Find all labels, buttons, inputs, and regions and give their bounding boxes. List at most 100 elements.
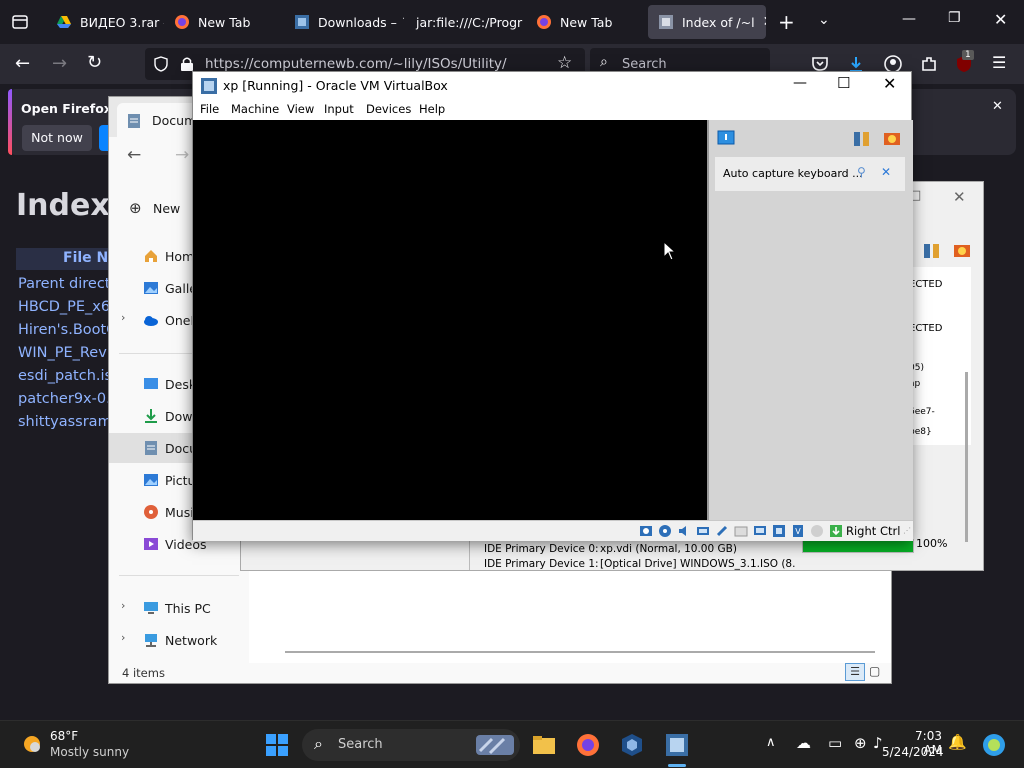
- cloud-offline-icon[interactable]: ☁: [796, 734, 811, 752]
- link-hirens[interactable]: Hiren's.BootC: [18, 322, 116, 338]
- network-globe-icon[interactable]: ⊕: [854, 734, 867, 752]
- shared-folders-icon[interactable]: [734, 524, 748, 538]
- link-esdi-patch[interactable]: esdi_patch.is: [18, 368, 112, 384]
- link-hbcd[interactable]: HBCD_PE_x6: [18, 299, 110, 315]
- details-view-icon[interactable]: ☰: [845, 663, 865, 681]
- tab-label: ВИДЕО 3.rar -: [80, 14, 164, 30]
- extension-badge: 1: [962, 50, 974, 60]
- onedrive-cloud-icon: [144, 316, 158, 326]
- audio-icon[interactable]: [677, 524, 691, 538]
- minimize-icon[interactable]: —: [902, 11, 916, 27]
- reload-icon[interactable]: ↻: [87, 52, 102, 73]
- usb-icon[interactable]: [715, 524, 729, 538]
- details-settings-icon[interactable]: [953, 242, 971, 260]
- tab-new-tab-1[interactable]: New Tab: [164, 5, 284, 39]
- close-tab-icon[interactable]: ✕: [763, 14, 766, 30]
- network-adapter-icon[interactable]: [696, 524, 710, 538]
- vm-display[interactable]: [193, 120, 707, 520]
- tab-video-rar[interactable]: ВИДЕО 3.rar -: [46, 5, 164, 39]
- link-patcher9x[interactable]: patcher9x-0.: [18, 391, 111, 407]
- toggle-panel-icon[interactable]: [853, 130, 871, 148]
- show-hidden-icons-chevron-icon[interactable]: ∧: [766, 735, 776, 750]
- restore-icon[interactable]: ❐: [948, 10, 961, 26]
- host-key-icon[interactable]: [829, 524, 843, 538]
- clock-date[interactable]: 5/24/2024: [882, 745, 944, 759]
- explorer-back-icon[interactable]: ←: [127, 145, 141, 165]
- explorer-tab[interactable]: Docum: [117, 103, 203, 137]
- menu-help[interactable]: Help: [419, 102, 445, 116]
- tiles-view-icon[interactable]: ▢: [869, 664, 880, 678]
- copilot-icon[interactable]: [982, 733, 1006, 757]
- optical-drive-icon[interactable]: [658, 524, 672, 538]
- hard-disk-icon[interactable]: [639, 524, 653, 538]
- weather-desc[interactable]: Mostly sunny: [50, 745, 129, 759]
- vbox-maximize-icon[interactable]: ☐: [837, 74, 850, 92]
- menu-view[interactable]: View: [287, 102, 314, 116]
- link-win-pe[interactable]: WIN_PE_Rev: [18, 345, 107, 361]
- details-scrollbar[interactable]: [965, 372, 968, 542]
- notification-accent: [8, 89, 12, 155]
- chevron-down-icon[interactable]: ⌄: [818, 12, 830, 28]
- auto-capture-notice[interactable]: Auto capture keyboard ... ⚲ ✕: [715, 157, 905, 191]
- link-shittyassram[interactable]: shittyassram: [18, 414, 112, 430]
- videos-icon: [144, 538, 158, 550]
- virtualbox-window: xp [Running] - Oracle VM VirtualBox — ☐ …: [192, 71, 913, 541]
- url-text[interactable]: https://computernewb.com/~lily/ISOs/Util…: [205, 56, 507, 72]
- virtualbox-taskbar-icon[interactable]: [620, 733, 644, 757]
- computer-icon: [144, 602, 158, 614]
- explorer-forward-icon[interactable]: →: [175, 145, 189, 165]
- menu-devices[interactable]: Devices: [366, 102, 411, 116]
- tab-new-tab-2[interactable]: New Tab: [526, 5, 646, 39]
- new-button[interactable]: New: [153, 201, 180, 216]
- window-title: xp [Running] - Oracle VM VirtualBox: [223, 78, 448, 93]
- close-window-icon[interactable]: ✕: [994, 10, 1007, 29]
- bookmark-star-icon[interactable]: ☆: [557, 53, 572, 73]
- hamburger-menu-icon[interactable]: ☰: [992, 53, 1006, 72]
- tab-downloads[interactable]: Downloads – ˙: [284, 5, 404, 39]
- cpu-icon[interactable]: V: [791, 524, 805, 538]
- recording-icon[interactable]: [772, 524, 786, 538]
- back-arrow-icon[interactable]: ←: [15, 53, 30, 74]
- horizontal-scrollbar[interactable]: [285, 651, 875, 653]
- taskbar-search-box[interactable]: ⌕ Search: [302, 729, 520, 761]
- vbox-close-icon[interactable]: ✕: [883, 74, 896, 93]
- new-tab-plus-icon[interactable]: +: [778, 10, 795, 34]
- dismiss-notice-icon[interactable]: ✕: [881, 165, 891, 179]
- details-close-icon[interactable]: ✕: [953, 188, 966, 206]
- link-parent-directory[interactable]: Parent direct: [18, 276, 110, 292]
- display-settings-icon[interactable]: ▭: [828, 734, 842, 752]
- menu-input[interactable]: Input: [324, 102, 354, 116]
- file-explorer-icon[interactable]: [532, 733, 556, 757]
- display-icon[interactable]: [753, 524, 767, 538]
- tab-list-icon[interactable]: [11, 13, 29, 31]
- vbox-minimize-icon[interactable]: —: [793, 75, 807, 91]
- vm-xp-taskbar-icon[interactable]: [665, 733, 689, 757]
- notification-center-pane: Auto capture keyboard ... ⚲ ✕: [707, 120, 913, 520]
- firefox-icon: [537, 15, 551, 29]
- weather-sun-icon[interactable]: [20, 732, 44, 756]
- tab-index-of[interactable]: Index of /~l ✕: [648, 5, 766, 39]
- notification-bell-icon[interactable]: 🔔: [948, 733, 967, 751]
- firefox-taskbar-icon[interactable]: [576, 733, 600, 757]
- notification-bubble-icon[interactable]: [717, 130, 735, 148]
- mouse-integration-icon[interactable]: [810, 524, 824, 538]
- weather-temp[interactable]: 68°F: [50, 729, 78, 743]
- tab-jar-file[interactable]: jar:file:///C:/Progr: [406, 5, 524, 39]
- extensions-icon[interactable]: [919, 54, 939, 74]
- menu-machine[interactable]: Machine: [231, 102, 279, 116]
- firefox-icon: [175, 15, 189, 29]
- host-key-label: Right Ctrl: [846, 524, 901, 538]
- windows-start-icon[interactable]: [265, 733, 289, 757]
- forward-arrow-icon[interactable]: →: [52, 53, 67, 74]
- resize-grip-icon[interactable]: ⋰: [903, 526, 911, 536]
- network-icon: [145, 634, 157, 647]
- pin-icon[interactable]: ⚲: [857, 165, 866, 179]
- gallery-icon: [144, 282, 158, 294]
- menu-file[interactable]: File: [200, 102, 219, 116]
- virtualbox-icon: [659, 15, 673, 29]
- not-now-button[interactable]: Not now: [22, 125, 92, 151]
- vbox-settings-icon[interactable]: [883, 130, 901, 148]
- column-header-filename[interactable]: File N: [63, 250, 108, 266]
- details-panel-icon[interactable]: [923, 242, 941, 260]
- close-notification-icon[interactable]: ✕: [992, 99, 1003, 114]
